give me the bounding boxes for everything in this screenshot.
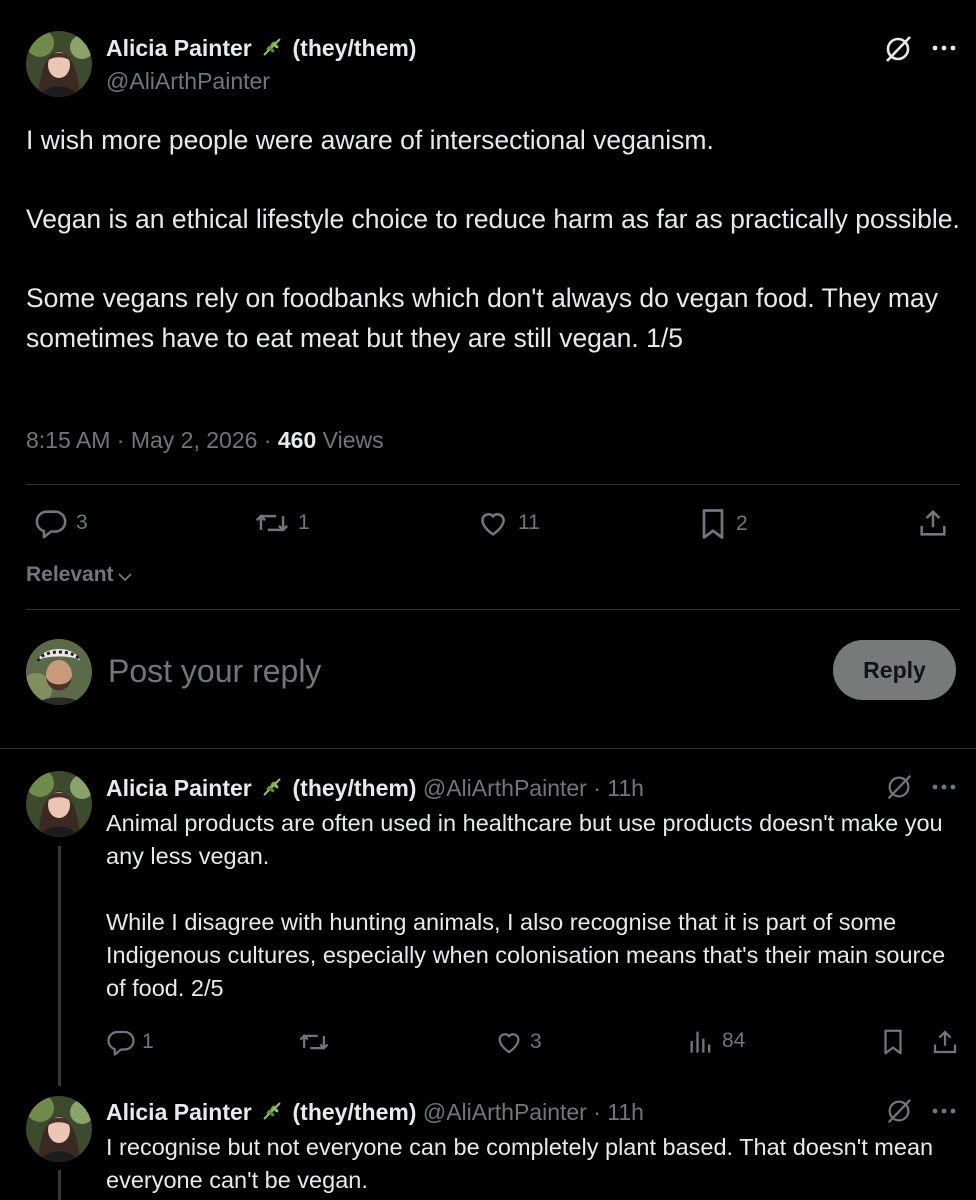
like-action[interactable]: 3 (494, 1027, 542, 1057)
reply-icon (107, 1030, 135, 1056)
repost-action[interactable]: 1 (254, 506, 310, 540)
bookmark-action[interactable] (880, 1027, 906, 1057)
author-avatar[interactable] (26, 1096, 92, 1162)
share-icon (933, 1030, 957, 1054)
author-name[interactable]: Alicia Painter (106, 35, 252, 61)
share-action[interactable] (930, 1027, 960, 1057)
views-icon (690, 1031, 711, 1053)
bookmark-icon (702, 509, 724, 539)
author-name[interactable]: Alicia Painter (106, 775, 252, 801)
bookmark-count: 2 (736, 512, 748, 535)
avatar-image (26, 31, 92, 97)
author-avatar[interactable] (26, 31, 92, 97)
avatar-image (26, 639, 92, 705)
avatar-image (26, 771, 92, 837)
author-avatar[interactable] (26, 771, 92, 837)
tweet-paragraph: Some vegans rely on foodbanks which don'… (26, 283, 938, 353)
tweet-paragraph: Vegan is an ethical lifestyle choice to … (26, 204, 960, 234)
tweet-meta: 8:15 AM · May 2, 2026 · 460 Views (26, 427, 384, 453)
like-icon (498, 1033, 520, 1054)
herb-icon (260, 35, 284, 66)
avatar-image (26, 1096, 92, 1162)
section-divider (0, 748, 976, 749)
views-count: 84 (722, 1029, 746, 1052)
herb-icon (260, 775, 284, 806)
more-icon[interactable] (930, 1101, 958, 1121)
views-label: Views (322, 427, 384, 453)
author-handle[interactable]: @AliArthPainter (423, 1099, 587, 1125)
sort-dropdown[interactable]: Relevant (26, 561, 134, 589)
author-pronouns: (they/them) (292, 35, 417, 61)
views-count: 460 (277, 427, 317, 453)
my-avatar[interactable] (26, 639, 92, 705)
bookmark-action[interactable]: 2 (698, 506, 748, 542)
reply-header: Alicia Painter (they/them) @AliArthPaint… (106, 1097, 644, 1130)
grok-icon[interactable] (884, 772, 914, 802)
reply-text: Animal products are often used in health… (106, 807, 961, 1005)
tweet-paragraph: I wish more people were aware of interse… (26, 125, 714, 155)
like-count: 3 (530, 1030, 542, 1053)
herb-icon (260, 1099, 284, 1130)
reply-text: I recognise but not everyone can be comp… (106, 1131, 961, 1197)
like-count: 11 (518, 511, 540, 534)
author-handle[interactable]: @AliArthPainter (423, 775, 587, 801)
grok-icon[interactable] (882, 33, 914, 65)
divider (26, 484, 960, 485)
author-name[interactable]: Alicia Painter (106, 1099, 252, 1125)
author-pronouns: (they/them) (292, 1099, 417, 1125)
reply-input[interactable]: Post your reply (108, 652, 321, 690)
reply-icon (35, 510, 67, 539)
like-action[interactable]: 11 (476, 506, 540, 540)
share-action[interactable] (916, 506, 950, 540)
reply-paragraph: While I disagree with hunting animals, I… (106, 909, 946, 1001)
author-pronouns: (they/them) (292, 775, 417, 801)
reply-count: 1 (142, 1030, 154, 1053)
repost-icon (255, 514, 289, 532)
reply-paragraph: Animal products are often used in health… (106, 810, 943, 869)
grok-icon[interactable] (884, 1096, 914, 1126)
repost-action[interactable] (298, 1027, 336, 1057)
thread-line (58, 846, 61, 1086)
author-header: Alicia Painter (they/them) (106, 33, 416, 66)
tweet-date[interactable]: May 2, 2026 (131, 427, 258, 453)
reply-age[interactable]: 11h (607, 1099, 644, 1125)
sort-label: Relevant (26, 563, 114, 586)
views-action[interactable]: 84 (688, 1027, 745, 1055)
reply-action[interactable]: 3 (34, 506, 88, 540)
thread-line (58, 1170, 61, 1200)
chevron-down-icon (117, 573, 132, 582)
divider (26, 609, 960, 610)
reply-header: Alicia Painter (they/them) @AliArthPaint… (106, 773, 644, 806)
reply-button[interactable]: Reply (833, 640, 956, 700)
reply-action[interactable]: 1 (106, 1027, 154, 1057)
like-icon (481, 513, 505, 536)
share-icon (920, 509, 946, 536)
more-icon[interactable] (930, 38, 958, 58)
reply-age[interactable]: 11h (607, 775, 644, 801)
reply-count: 3 (76, 511, 88, 534)
tweet-time[interactable]: 8:15 AM (26, 427, 110, 453)
repost-icon (299, 1034, 329, 1050)
reply-paragraph: I recognise but not everyone can be comp… (106, 1134, 934, 1193)
author-handle[interactable]: @AliArthPainter (106, 66, 270, 96)
repost-count: 1 (298, 511, 310, 534)
tweet-text: I wish more people were aware of interse… (26, 121, 961, 358)
more-icon[interactable] (930, 777, 958, 797)
bookmark-icon (884, 1029, 902, 1055)
